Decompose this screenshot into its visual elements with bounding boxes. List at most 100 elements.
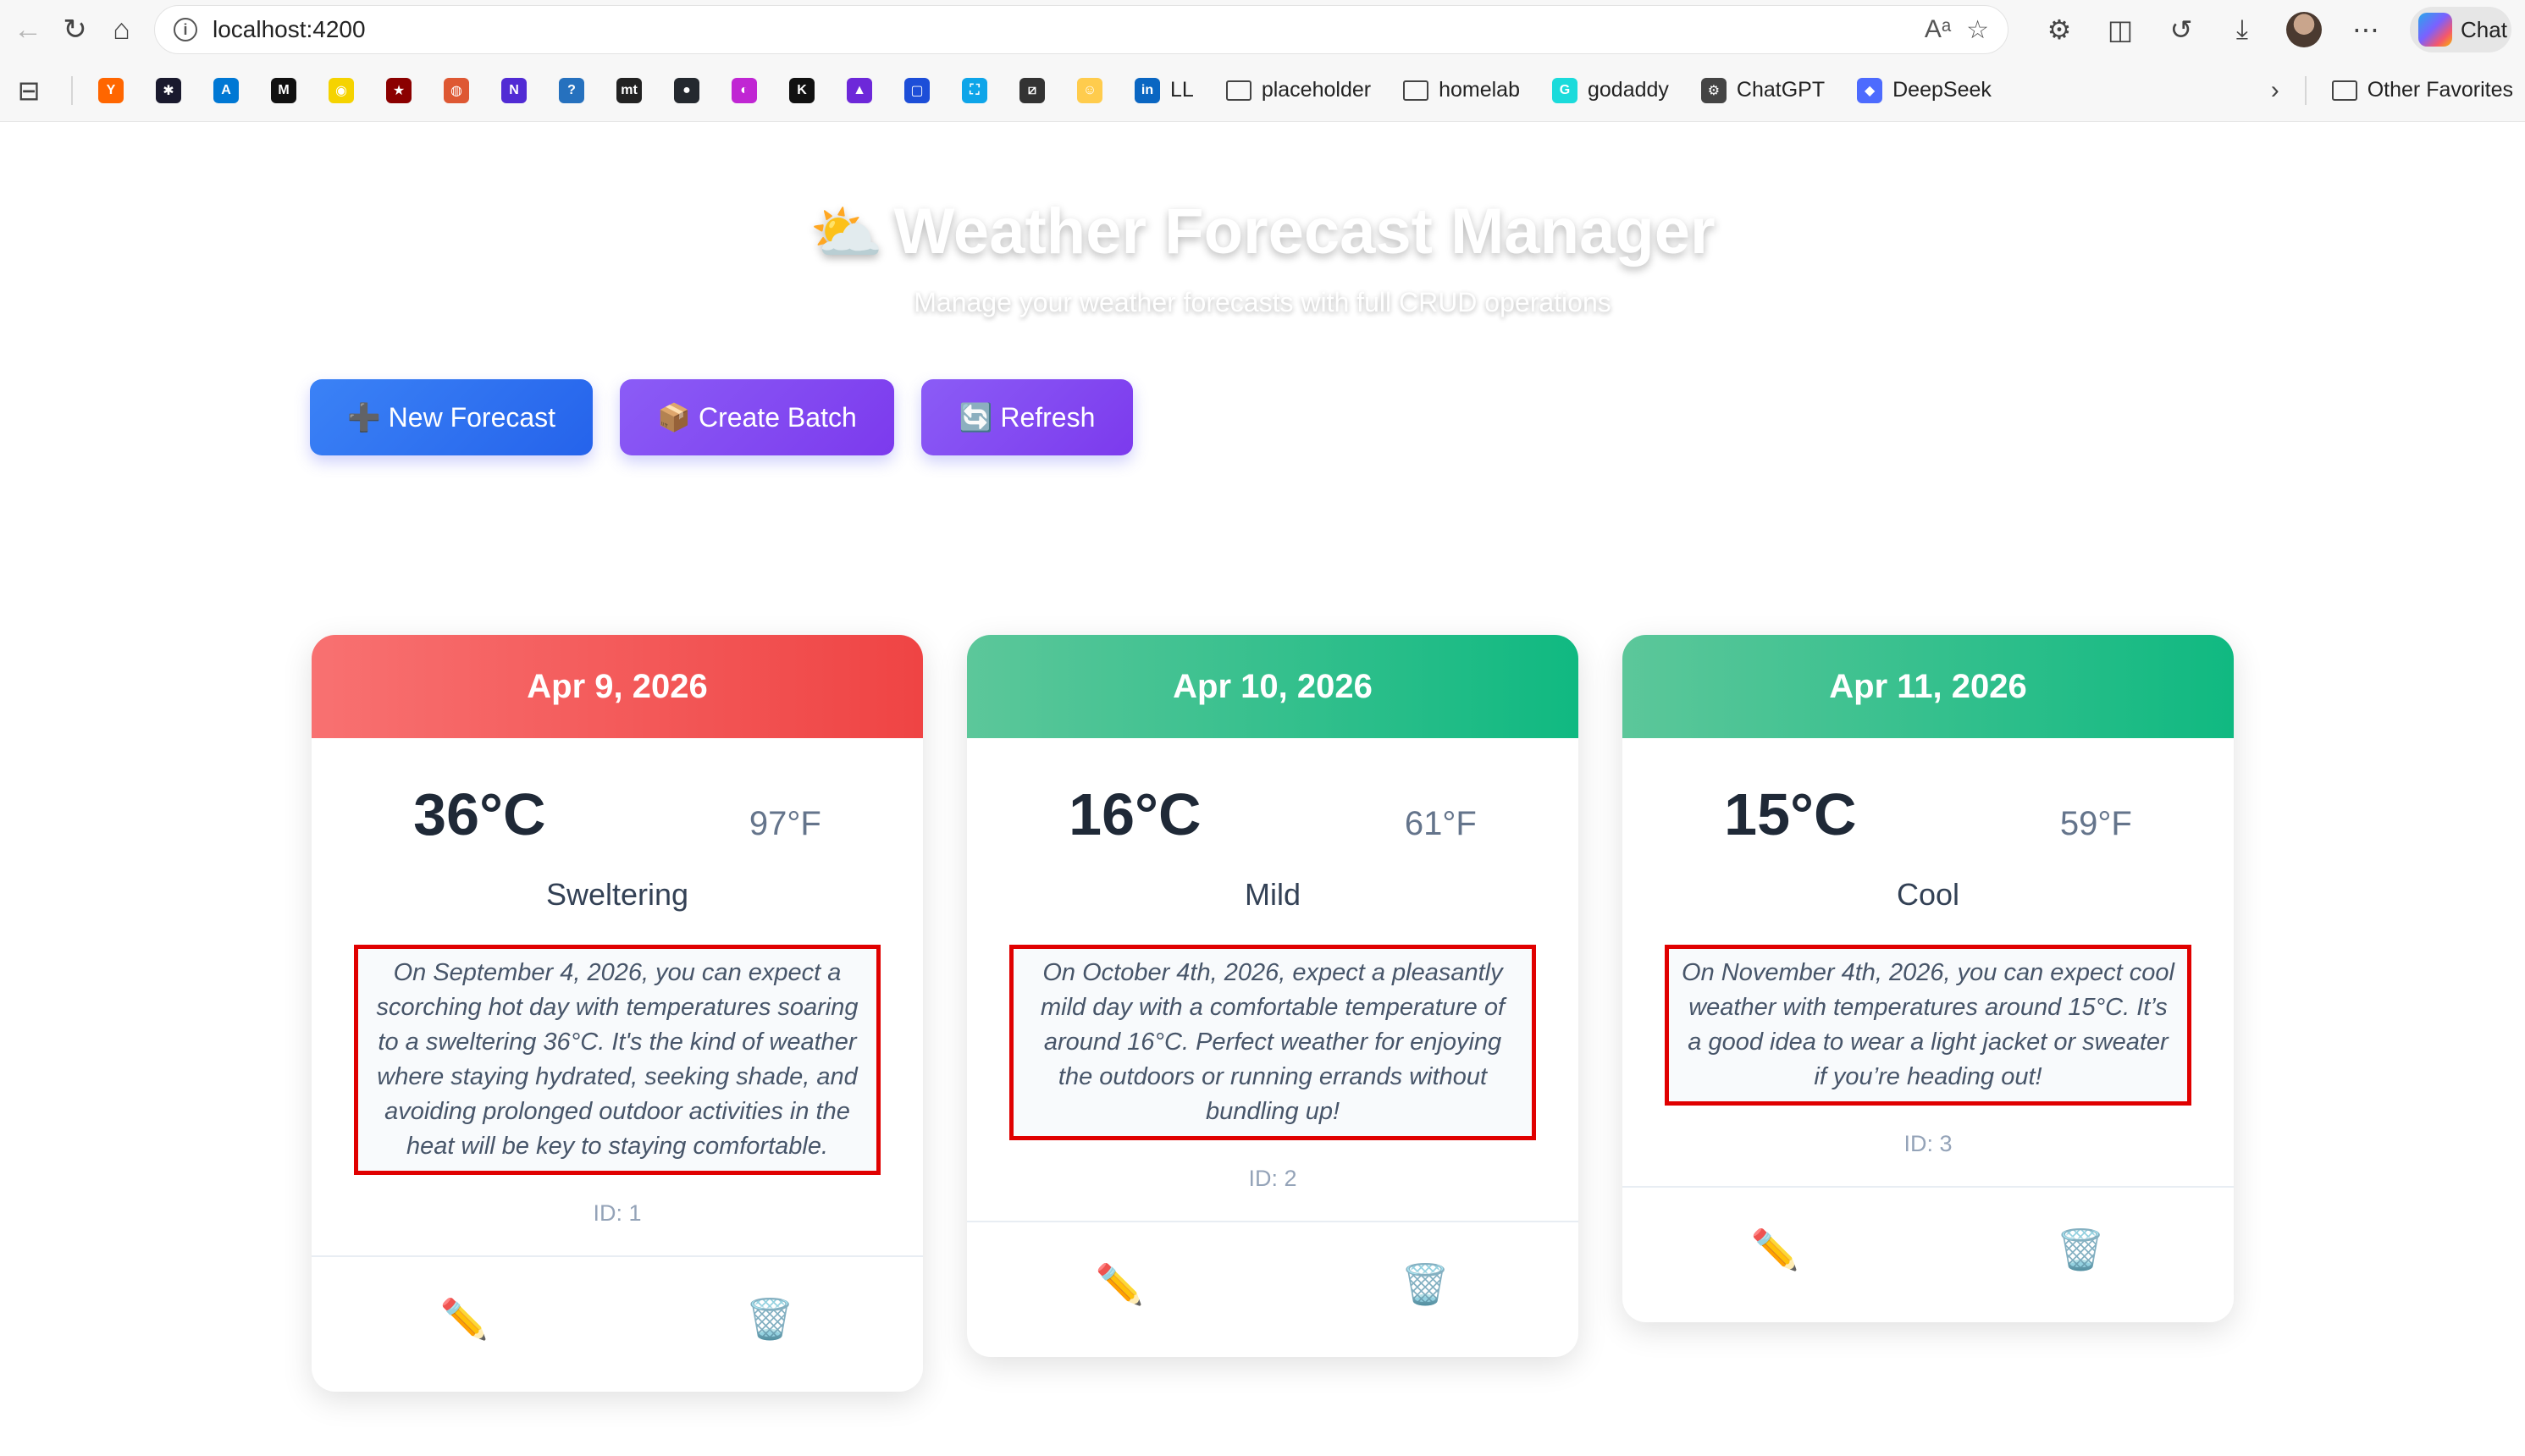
- edit-pencil-icon[interactable]: ✏️: [1095, 1261, 1146, 1308]
- bookmark-item[interactable]: ⛶: [962, 77, 987, 103]
- y-icon: Y: [98, 77, 124, 103]
- new-forecast-button[interactable]: ➕ New Forecast: [310, 379, 593, 455]
- card-temperatures: 16°C 61°F: [967, 738, 1578, 848]
- chatgpt-icon: ⚙: [1700, 77, 1727, 103]
- bookmark-item[interactable]: A: [213, 77, 239, 103]
- toolbar-right: ⚙ ◫ ↺ ⤓ ⋯ Chat: [2042, 7, 2511, 52]
- folder-icon: [1403, 80, 1429, 101]
- back-arrow-icon[interactable]: ←: [14, 11, 42, 48]
- browser-toolbar: ← ↻ ⌂ i localhost:4200 Aᵃ ☆ ⚙ ◫ ↺ ⤓ ⋯ Ch…: [0, 0, 2525, 59]
- split-screen-icon[interactable]: ◫: [2103, 14, 2137, 46]
- temp-celsius: 16°C: [1069, 781, 1202, 847]
- card-date: Apr 11, 2026: [1622, 635, 2234, 738]
- chevron-right-icon[interactable]: ›: [2271, 76, 2279, 105]
- action-bar: ➕ New Forecast 📦 Create Batch 🔄 Refresh: [310, 379, 1133, 455]
- duckduckgo-icon: ◍: [444, 77, 469, 103]
- bookmarks-bar: ⊟ Y ✱ A M ◉ ★ ◍ N? mt ● ◐ K ▲ ▢ ⛶ ⧄ ☺ in LL placeholder home…: [0, 59, 2525, 122]
- delete-trash-icon[interactable]: 🗑️: [2056, 1227, 2107, 1273]
- deepseek-icon: ◆: [1857, 77, 1883, 103]
- bookmark-item[interactable]: M: [271, 77, 296, 103]
- page-title: ⛅ Weather Forecast Manager: [0, 195, 2525, 268]
- sidebar-toggle-icon[interactable]: ⊟: [12, 74, 46, 107]
- site-info-icon[interactable]: i: [174, 18, 197, 41]
- bookmark-item[interactable]: ●: [674, 77, 699, 103]
- edit-pencil-icon[interactable]: ✏️: [439, 1296, 490, 1343]
- temp-celsius: 15°C: [1724, 781, 1857, 847]
- bookmark-item[interactable]: ☺: [1077, 77, 1102, 103]
- card-id: ID: 3: [1903, 1131, 1953, 1156]
- url-text[interactable]: localhost:4200: [213, 16, 1909, 43]
- refresh-button[interactable]: 🔄 Refresh: [921, 379, 1133, 455]
- bookmark-item[interactable]: ◍: [444, 77, 469, 103]
- forecast-card: Apr 11, 2026 15°C 59°F Cool On November …: [1622, 635, 2234, 1322]
- bookmark-item[interactable]: ★: [386, 77, 412, 103]
- slash-box-icon: ⧄: [1019, 77, 1045, 103]
- card-summary: Cool: [1896, 877, 1960, 912]
- edit-pencil-icon[interactable]: ✏️: [1750, 1227, 1801, 1273]
- downloads-icon[interactable]: ⤓: [2225, 14, 2259, 46]
- sun-cloud-icon: ⛅: [809, 200, 884, 266]
- copilot-button[interactable]: Chat: [2410, 7, 2511, 52]
- bookmark-item[interactable]: ⧄: [1019, 77, 1045, 103]
- delete-trash-icon[interactable]: 🗑️: [745, 1296, 796, 1343]
- other-favorites-label: Other Favorites: [2367, 78, 2513, 102]
- bookmark-item[interactable]: placeholder: [1225, 78, 1371, 102]
- create-batch-button[interactable]: 📦 Create Batch: [620, 379, 894, 455]
- bookmarks-divider: [2304, 75, 2307, 105]
- card-temperatures: 15°C 59°F: [1622, 738, 2234, 848]
- bookmark-item[interactable]: ◐: [732, 77, 757, 103]
- history-icon[interactable]: ↺: [2164, 14, 2198, 46]
- forecast-card: Apr 9, 2026 36°C 97°F Sweltering On Sept…: [312, 635, 923, 1392]
- read-aloud-icon[interactable]: Aᵃ: [1925, 15, 1951, 44]
- card-description: On September 4, 2026, you can expect a s…: [354, 945, 881, 1175]
- bookmark-label: homelab: [1439, 78, 1520, 102]
- card-date: Apr 9, 2026: [312, 635, 923, 738]
- bookmark-item[interactable]: Ggodaddy: [1551, 77, 1669, 103]
- temp-celsius: 36°C: [413, 781, 546, 847]
- card-actions: ✏️ 🗑️: [1622, 1186, 2234, 1322]
- triangle-icon: ▲: [847, 77, 872, 103]
- extensions-icon[interactable]: ⚙: [2042, 14, 2076, 46]
- temp-fahrenheit: 59°F: [2059, 805, 2132, 842]
- bookmark-item[interactable]: ▲: [847, 77, 872, 103]
- card-id: ID: 2: [1248, 1166, 1297, 1191]
- bookmark-item[interactable]: homelab: [1403, 78, 1520, 102]
- bookmarks-divider: [71, 75, 73, 105]
- bookmark-item[interactable]: ▢: [904, 77, 930, 103]
- bookmark-item[interactable]: ?: [559, 77, 584, 103]
- card-summary: Mild: [1244, 877, 1301, 912]
- bookmark-item[interactable]: in LL: [1135, 77, 1194, 103]
- card-description: On November 4th, 2026, you can expect co…: [1665, 945, 2191, 1106]
- star-icon: ★: [386, 77, 412, 103]
- other-favorites[interactable]: Other Favorites: [2331, 78, 2513, 102]
- dotnet-icon: N: [501, 77, 527, 103]
- home-icon[interactable]: ⌂: [108, 11, 135, 48]
- favorite-star-icon[interactable]: ☆: [1966, 15, 1989, 45]
- bookmark-item[interactable]: N: [501, 77, 527, 103]
- sparkle-icon: ✱: [156, 77, 181, 103]
- bookmark-label: DeepSeek: [1892, 78, 1992, 102]
- card-actions: ✏️ 🗑️: [312, 1255, 923, 1392]
- azure-icon: A: [213, 77, 239, 103]
- bookmark-item[interactable]: ✱: [156, 77, 181, 103]
- m-icon: M: [271, 77, 296, 103]
- bookmark-item[interactable]: ◆ DeepSeek: [1857, 77, 1992, 103]
- bookmark-item[interactable]: K: [789, 77, 815, 103]
- profile-avatar[interactable]: [2286, 12, 2322, 47]
- bookmark-item[interactable]: ⚙ ChatGPT: [1700, 77, 1825, 103]
- reload-icon[interactable]: ↻: [61, 11, 89, 48]
- github-icon: ●: [674, 77, 699, 103]
- folder-icon: [2331, 80, 2357, 101]
- card-date: Apr 10, 2026: [967, 635, 1578, 738]
- more-menu-icon[interactable]: ⋯: [2349, 14, 2383, 46]
- card-temperatures: 36°C 97°F: [312, 738, 923, 848]
- address-bar[interactable]: i localhost:4200 Aᵃ ☆: [154, 5, 2008, 54]
- pin-icon: ◉: [329, 77, 354, 103]
- bookmark-item[interactable]: ◉: [329, 77, 354, 103]
- frame-icon: ▢: [904, 77, 930, 103]
- delete-trash-icon[interactable]: 🗑️: [1401, 1261, 1451, 1308]
- temp-fahrenheit: 97°F: [749, 805, 821, 842]
- bookmark-item[interactable]: mt: [616, 77, 642, 103]
- bookmark-item[interactable]: Y: [98, 77, 124, 103]
- bookmark-list: Y ✱ A M ◉ ★ ◍ N? mt ● ◐ K ▲ ▢ ⛶ ⧄ ☺ in LL placeholder homela…: [98, 77, 1992, 103]
